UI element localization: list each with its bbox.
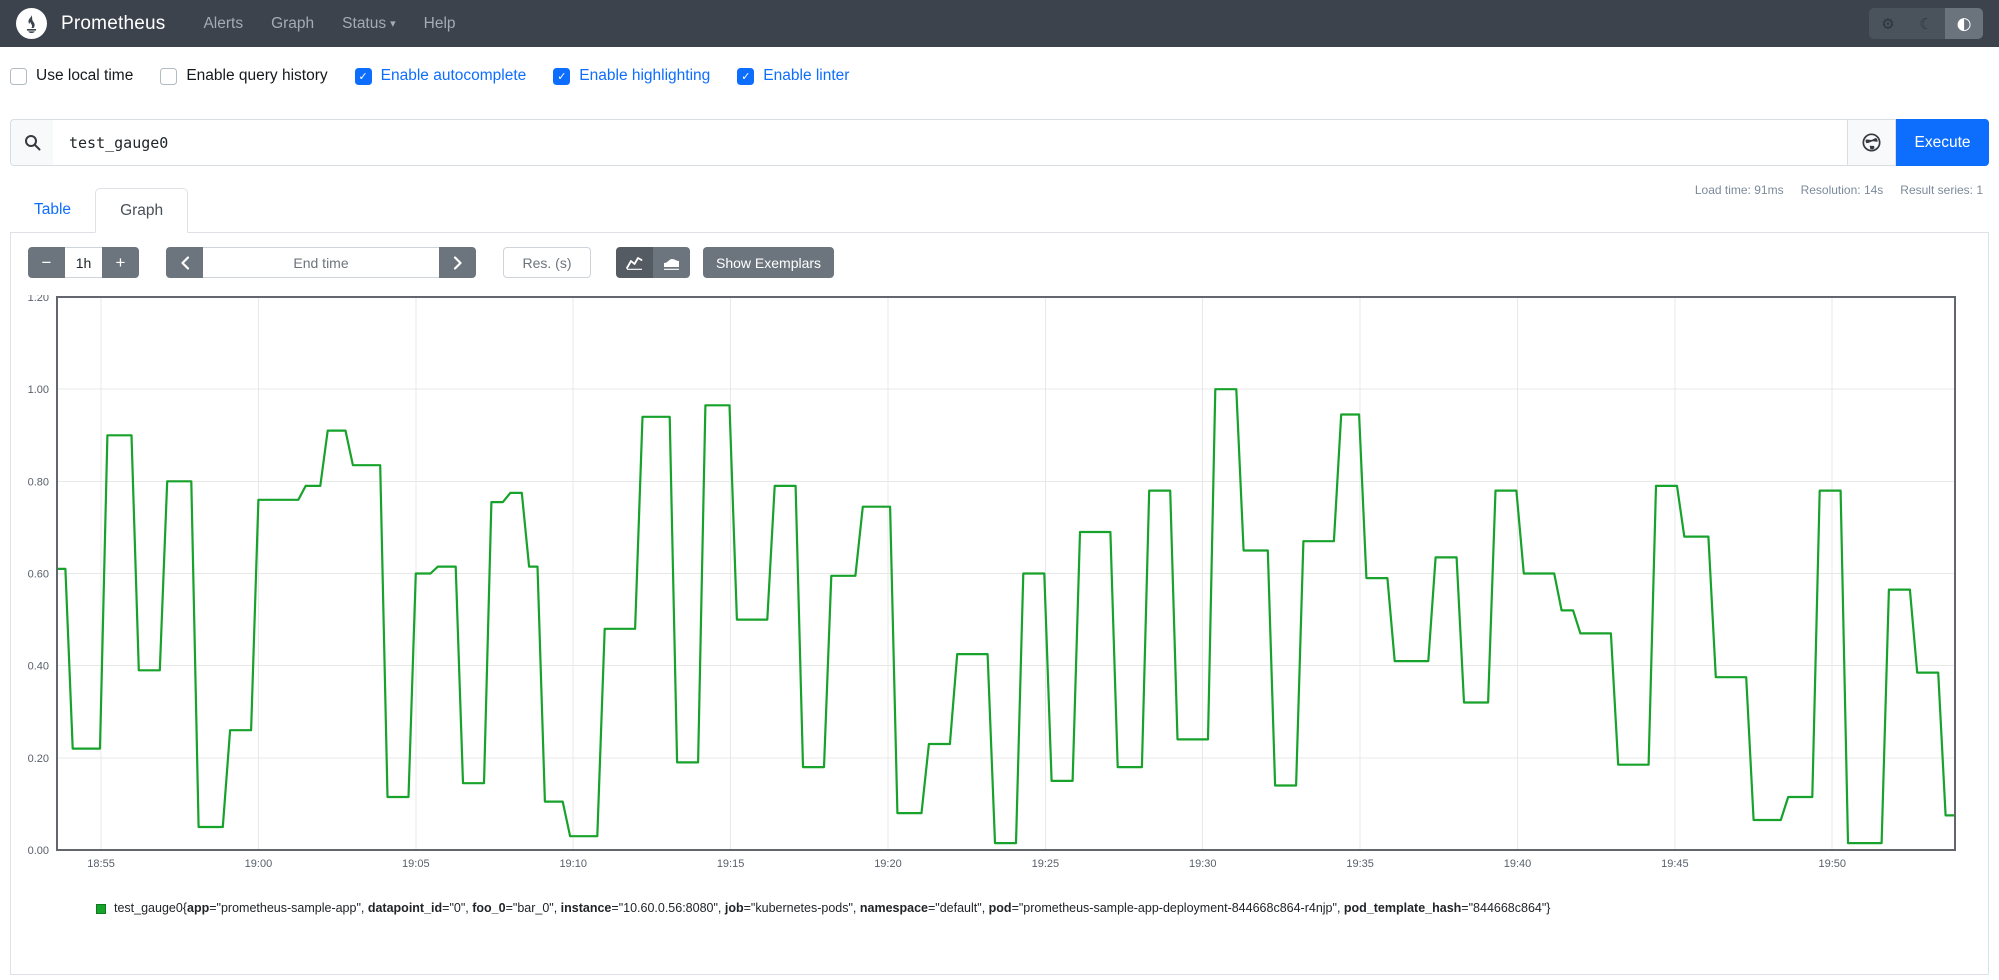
y-axis-label: 0.40 bbox=[28, 661, 49, 673]
x-axis-label: 19:00 bbox=[245, 858, 273, 870]
stacked-chart-toggle-button[interactable] bbox=[653, 247, 690, 278]
x-axis-label: 19:30 bbox=[1189, 858, 1217, 870]
nav-links: Alerts Graph Status ▾ Help bbox=[191, 7, 467, 41]
x-axis-label: 19:25 bbox=[1032, 858, 1060, 870]
range-group: − + bbox=[28, 247, 139, 278]
brand-title: Prometheus bbox=[61, 12, 166, 34]
settings-gear-icon[interactable]: ⚙ bbox=[1869, 8, 1907, 39]
graph-controls: − + bbox=[28, 247, 835, 278]
dark-theme-moon-icon[interactable]: ☾ bbox=[1907, 8, 1945, 39]
checkbox[interactable]: ✓ bbox=[10, 67, 27, 85]
chevron-right-icon bbox=[453, 255, 462, 270]
chevron-down-icon: ▾ bbox=[390, 17, 396, 30]
x-axis-label: 19:15 bbox=[717, 858, 745, 870]
metrics-explorer-globe-icon[interactable] bbox=[1847, 119, 1896, 166]
x-axis-label: 19:35 bbox=[1346, 858, 1374, 870]
chart-area[interactable]: 0.00 0.20 0.40 0.60 0.80 1.00 1.20 18:55 19:00 19… bbox=[11, 295, 1988, 895]
range-decrease-button[interactable]: − bbox=[28, 247, 65, 278]
nav-link-status-dropdown[interactable]: Status ▾ bbox=[330, 7, 407, 41]
series-line bbox=[57, 388, 1955, 845]
y-axis-label: 0.80 bbox=[28, 476, 49, 488]
execute-button[interactable]: Execute bbox=[1896, 119, 1989, 166]
stacked-chart-icon bbox=[664, 258, 679, 270]
range-input[interactable] bbox=[65, 247, 102, 278]
prometheus-brand[interactable]: Prometheus bbox=[16, 8, 165, 39]
checkbox[interactable]: ✓ bbox=[354, 67, 372, 85]
x-axis-label: 19:50 bbox=[1818, 858, 1846, 870]
navbar: Prometheus Alerts Graph Status ▾ Help ⚙ ☾… bbox=[0, 0, 1999, 47]
end-time-input[interactable] bbox=[203, 247, 439, 278]
chart-type-toggle bbox=[616, 247, 690, 278]
time-forward-button[interactable] bbox=[439, 247, 476, 278]
show-exemplars-button[interactable]: Show Exemplars bbox=[703, 247, 835, 278]
legend-labels: test_gauge0{app="prometheus-sample-app",… bbox=[114, 901, 1551, 915]
x-axis-label: 19:20 bbox=[874, 858, 902, 870]
y-axis-label: 0.60 bbox=[28, 569, 49, 581]
option-enable-query-history[interactable]: ✓ Enable query history bbox=[160, 67, 328, 85]
option-use-local-time[interactable]: ✓ Use local time bbox=[10, 67, 133, 85]
option-enable-highlighting[interactable]: ✓ Enable highlighting bbox=[553, 67, 710, 85]
x-axis-label: 19:05 bbox=[402, 858, 430, 870]
legend-item[interactable]: test_gauge0{app="prometheus-sample-app",… bbox=[96, 901, 1550, 915]
option-enable-linter[interactable]: ✓ Enable linter bbox=[737, 67, 849, 85]
options-row: ✓ Use local time ✓ Enable query history … bbox=[10, 61, 1999, 91]
nav-link-alerts[interactable]: Alerts bbox=[191, 7, 255, 41]
x-axis-label: 19:10 bbox=[559, 858, 587, 870]
resolution-input[interactable] bbox=[503, 247, 591, 278]
range-increase-button[interactable]: + bbox=[102, 247, 139, 278]
theme-toggle-group: ⚙ ☾ ◐ bbox=[1869, 8, 1983, 39]
search-icon bbox=[10, 119, 53, 166]
nav-link-help[interactable]: Help bbox=[412, 7, 468, 41]
y-axis-label: 1.20 bbox=[28, 295, 49, 304]
series-color-swatch bbox=[96, 904, 106, 914]
checkbox[interactable]: ✓ bbox=[160, 67, 178, 85]
x-axis-label: 19:40 bbox=[1504, 858, 1532, 870]
option-enable-autocomplete[interactable]: ✓ Enable autocomplete bbox=[354, 67, 526, 85]
y-axis-label: 1.00 bbox=[28, 384, 49, 396]
x-axis-label: 18:55 bbox=[87, 858, 115, 870]
graph-panel: − + bbox=[10, 233, 1989, 975]
y-axis-label: 0.00 bbox=[28, 845, 49, 857]
checkbox[interactable]: ✓ bbox=[737, 67, 755, 85]
query-expression-input[interactable] bbox=[53, 119, 1847, 166]
chevron-left-icon bbox=[180, 255, 189, 270]
prometheus-torch-logo-icon bbox=[16, 8, 47, 39]
time-back-button[interactable] bbox=[166, 247, 203, 278]
chart-svg[interactable]: 0.00 0.20 0.40 0.60 0.80 1.00 1.20 18:55 19:00 19… bbox=[11, 295, 1988, 895]
endtime-group bbox=[166, 247, 476, 278]
nav-link-graph[interactable]: Graph bbox=[259, 7, 326, 41]
x-axis-label: 19:45 bbox=[1661, 858, 1689, 870]
y-axis-label: 0.20 bbox=[28, 753, 49, 765]
tab-graph[interactable]: Graph bbox=[95, 188, 189, 233]
query-row: Execute bbox=[10, 119, 1989, 166]
auto-theme-contrast-icon[interactable]: ◐ bbox=[1945, 8, 1983, 39]
tab-table[interactable]: Table bbox=[10, 188, 95, 232]
checkbox[interactable]: ✓ bbox=[553, 67, 571, 85]
panel-tabbar: Table Graph bbox=[10, 188, 1989, 233]
line-chart-icon bbox=[626, 256, 643, 270]
line-chart-toggle-button[interactable] bbox=[616, 247, 653, 278]
